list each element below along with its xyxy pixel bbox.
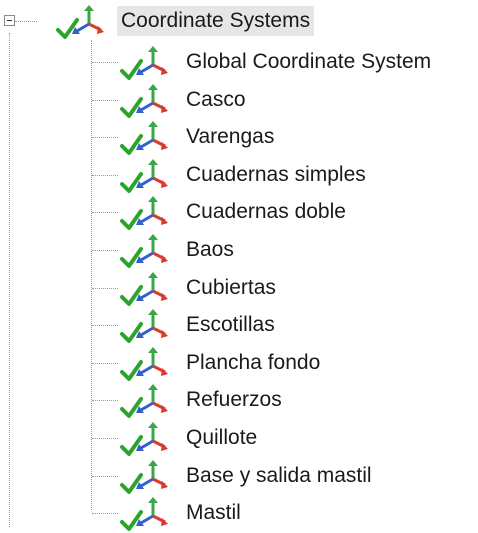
- coordinate-systems-tree[interactable]: Coordinate Systems Global Coordinate Sys…: [0, 0, 478, 531]
- coordinate-system-icon: [120, 422, 168, 456]
- tree-node-item[interactable]: Base y salida mastil: [0, 458, 478, 494]
- coordinate-system-icon: [120, 196, 168, 230]
- coordinate-system-icon: [120, 234, 168, 268]
- tree-node-label: Cuadernas simples: [186, 163, 366, 186]
- tree-node-item[interactable]: Quillote: [0, 420, 478, 456]
- tree-node-label: Varengas: [186, 125, 275, 148]
- coordinate-system-icon: [120, 46, 168, 80]
- coordinate-system-icon: [56, 5, 104, 39]
- tree-node-label: Plancha fondo: [186, 351, 321, 374]
- tree-node-item[interactable]: Mastil: [0, 495, 478, 531]
- coordinate-system-icon: [120, 272, 168, 306]
- coordinate-system-icon: [120, 159, 168, 193]
- coordinate-system-icon: [120, 309, 168, 343]
- coordinate-system-icon: [120, 121, 168, 155]
- tree-node-label: Casco: [186, 88, 246, 111]
- tree-node-label: Refuerzos: [186, 388, 282, 411]
- tree-node-item[interactable]: Escotillas: [0, 307, 478, 343]
- coordinate-system-icon: [120, 347, 168, 381]
- tree-node-item[interactable]: Cubiertas: [0, 270, 478, 306]
- coordinate-system-icon: [120, 384, 168, 418]
- tree-node-item[interactable]: Casco: [0, 82, 478, 118]
- tree-node-item[interactable]: Cuadernas simples: [0, 157, 478, 193]
- coordinate-system-icon: [120, 497, 168, 531]
- tree-node-root-label: Coordinate Systems: [117, 6, 315, 36]
- tree-node-item[interactable]: Baos: [0, 232, 478, 268]
- tree-node-label: Escotillas: [186, 313, 275, 336]
- coordinate-system-icon: [120, 84, 168, 118]
- tree-node-label: Cuadernas doble: [186, 200, 346, 223]
- tree-node-label: Baos: [186, 238, 234, 261]
- tree-node-root[interactable]: Coordinate Systems: [0, 3, 478, 39]
- coordinate-system-icon: [120, 460, 168, 494]
- tree-node-label: Base y salida mastil: [186, 464, 372, 487]
- tree-node-item[interactable]: Global Coordinate System: [0, 44, 478, 80]
- tree-node-item[interactable]: Refuerzos: [0, 382, 478, 418]
- tree-node-item[interactable]: Plancha fondo: [0, 345, 478, 381]
- tree-node-label: Global Coordinate System: [186, 50, 432, 73]
- tree-node-label: Cubiertas: [186, 276, 276, 299]
- tree-node-item[interactable]: Varengas: [0, 119, 478, 155]
- tree-node-label: Quillote: [186, 426, 258, 449]
- tree-node-label: Mastil: [186, 501, 241, 524]
- tree-node-item[interactable]: Cuadernas doble: [0, 194, 478, 230]
